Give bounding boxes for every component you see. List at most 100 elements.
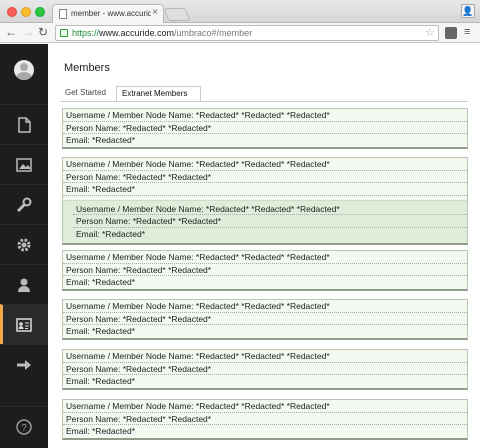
person-label: Person Name: xyxy=(66,313,121,324)
settings-section-button[interactable] xyxy=(0,224,48,264)
email-label: Email: xyxy=(66,184,90,194)
email-value: *Redacted* xyxy=(92,376,136,386)
reload-icon[interactable]: ↻ xyxy=(38,25,48,39)
member-card: Username / Member Node Name: *Redacted* … xyxy=(62,399,468,440)
page-title: Members xyxy=(64,62,110,74)
person-label: Person Name: xyxy=(66,363,121,374)
developer-section-button[interactable] xyxy=(0,184,48,224)
person-label: Person Name: xyxy=(66,171,121,182)
extension-icon[interactable] xyxy=(445,27,457,39)
bookmark-star-icon[interactable]: ☆ xyxy=(425,26,435,39)
username-value: *Redacted* *Redacted* *Redacted* xyxy=(195,351,330,361)
browser-titlebar: member - www.accuride.c × 👤 xyxy=(0,0,480,24)
member-card-icon xyxy=(16,318,32,332)
member-card: Username / Member Node Name: *Redacted* … xyxy=(62,250,468,291)
email-row: Email: *Redacted* xyxy=(63,325,467,338)
person-value: *Redacted* *Redacted* xyxy=(122,313,212,324)
arrow-right-icon xyxy=(17,360,31,370)
help-section-button[interactable]: ? xyxy=(0,406,48,446)
nested-member: Username / Member Node Name: *Redacted* … xyxy=(63,199,467,243)
main-panel: Members Get Started Extranet Members Use… xyxy=(48,44,480,448)
username-value: *Redacted* *Redacted* *Redacted* xyxy=(195,401,330,411)
email-row: Email: *Redacted* xyxy=(63,276,467,289)
url-host: www.accuride.com xyxy=(99,28,175,38)
person-value: *Redacted* *Redacted* xyxy=(122,264,212,275)
tab-extranet-members[interactable]: Extranet Members xyxy=(116,86,201,102)
email-value: *Redacted* xyxy=(102,228,146,239)
member-card: Username / Member Node Name: *Redacted* … xyxy=(62,108,468,149)
media-icon xyxy=(16,158,32,172)
username-value: *Redacted* *Redacted* *Redacted* xyxy=(195,301,330,311)
username-row: Username / Member Node Name: *Redacted* … xyxy=(63,109,467,122)
zoom-window-button[interactable] xyxy=(35,7,45,17)
person-label: Person Name: xyxy=(66,264,121,275)
content-icon xyxy=(18,117,31,133)
members-section-button[interactable] xyxy=(0,304,48,344)
username-value: *Redacted* *Redacted* *Redacted* xyxy=(205,203,340,214)
username-label: Username / Member Node Name: xyxy=(66,110,194,120)
email-label: Email: xyxy=(66,376,90,386)
page-icon xyxy=(59,9,67,19)
tab-title: member - www.accuride.c xyxy=(71,9,151,18)
profile-icon[interactable]: 👤 xyxy=(461,4,475,18)
member-card: Username / Member Node Name: *Redacted* … xyxy=(62,157,468,245)
person-value: *Redacted* *Redacted* xyxy=(122,171,212,182)
username-row: Username / Member Node Name: *Redacted* … xyxy=(63,251,467,264)
username-label: Username / Member Node Name: xyxy=(66,401,194,411)
user-icon xyxy=(18,278,30,292)
content-section-button[interactable] xyxy=(0,104,48,144)
lock-icon xyxy=(60,29,68,37)
username-row: Username / Member Node Name: *Redacted* … xyxy=(63,300,467,313)
username-label: Username / Member Node Name: xyxy=(66,351,194,361)
person-label: Person Name: xyxy=(76,216,131,226)
email-row: Email: *Redacted* xyxy=(63,425,467,438)
forms-section-button[interactable] xyxy=(0,344,48,384)
tab-get-started[interactable]: Get Started xyxy=(60,86,112,102)
svg-text:?: ? xyxy=(21,423,27,434)
media-section-button[interactable] xyxy=(0,144,48,184)
person-row: Person Name: *Redacted* *Redacted* xyxy=(63,122,467,134)
user-avatar[interactable] xyxy=(14,60,34,80)
person-row: Person Name: *Redacted* *Redacted* xyxy=(63,264,467,276)
wrench-icon xyxy=(16,197,32,213)
browser-toolbar: ← → ↻ https://www.accuride.com/umbraco#/… xyxy=(0,23,480,43)
minimize-window-button[interactable] xyxy=(21,7,31,17)
email-label: Email: xyxy=(76,228,100,239)
close-window-button[interactable] xyxy=(7,7,17,17)
email-value: *Redacted* xyxy=(92,326,136,336)
email-label: Email: xyxy=(66,135,90,145)
browser-menu-icon[interactable]: ≡ xyxy=(464,26,470,39)
person-row: Person Name: *Redacted* *Redacted* xyxy=(73,215,467,228)
username-label: Username / Member Node Name: xyxy=(66,159,194,169)
username-label: Username / Member Node Name: xyxy=(66,301,194,311)
person-row: Person Name: *Redacted* *Redacted* xyxy=(63,363,467,375)
forward-arrow-icon[interactable]: → xyxy=(22,25,34,39)
person-value: *Redacted* *Redacted* xyxy=(122,413,212,424)
member-card: Username / Member Node Name: *Redacted* … xyxy=(62,349,468,390)
tab-divider xyxy=(60,101,468,102)
url-text: https://www.accuride.com/umbraco#/member xyxy=(72,28,252,38)
email-value: *Redacted* xyxy=(92,135,136,145)
email-row: Email: *Redacted* xyxy=(73,228,467,241)
gear-icon xyxy=(17,238,31,252)
username-value: *Redacted* *Redacted* *Redacted* xyxy=(195,159,330,169)
email-row: Email: *Redacted* xyxy=(63,183,467,196)
username-row: Username / Member Node Name: *Redacted* … xyxy=(63,158,467,171)
person-value: *Redacted* *Redacted* xyxy=(122,363,212,374)
url-path: /umbraco#/member xyxy=(174,28,253,38)
person-row: Person Name: *Redacted* *Redacted* xyxy=(63,413,467,425)
browser-tab[interactable]: member - www.accuride.c × xyxy=(52,4,164,24)
username-value: *Redacted* *Redacted* *Redacted* xyxy=(195,252,330,262)
back-arrow-icon[interactable]: ← xyxy=(5,25,17,39)
email-value: *Redacted* xyxy=(92,184,136,194)
section-sidebar: ? xyxy=(0,44,48,448)
close-tab-icon[interactable]: × xyxy=(152,8,158,18)
users-section-button[interactable] xyxy=(0,264,48,304)
person-row: Person Name: *Redacted* *Redacted* xyxy=(63,313,467,325)
email-row: Email: *Redacted* xyxy=(63,134,467,147)
address-bar[interactable]: https://www.accuride.com/umbraco#/member… xyxy=(55,25,439,41)
new-tab-button[interactable] xyxy=(163,8,191,21)
username-row: Username / Member Node Name: *Redacted* … xyxy=(63,400,467,413)
email-label: Email: xyxy=(66,277,90,287)
person-label: Person Name: xyxy=(66,122,121,133)
